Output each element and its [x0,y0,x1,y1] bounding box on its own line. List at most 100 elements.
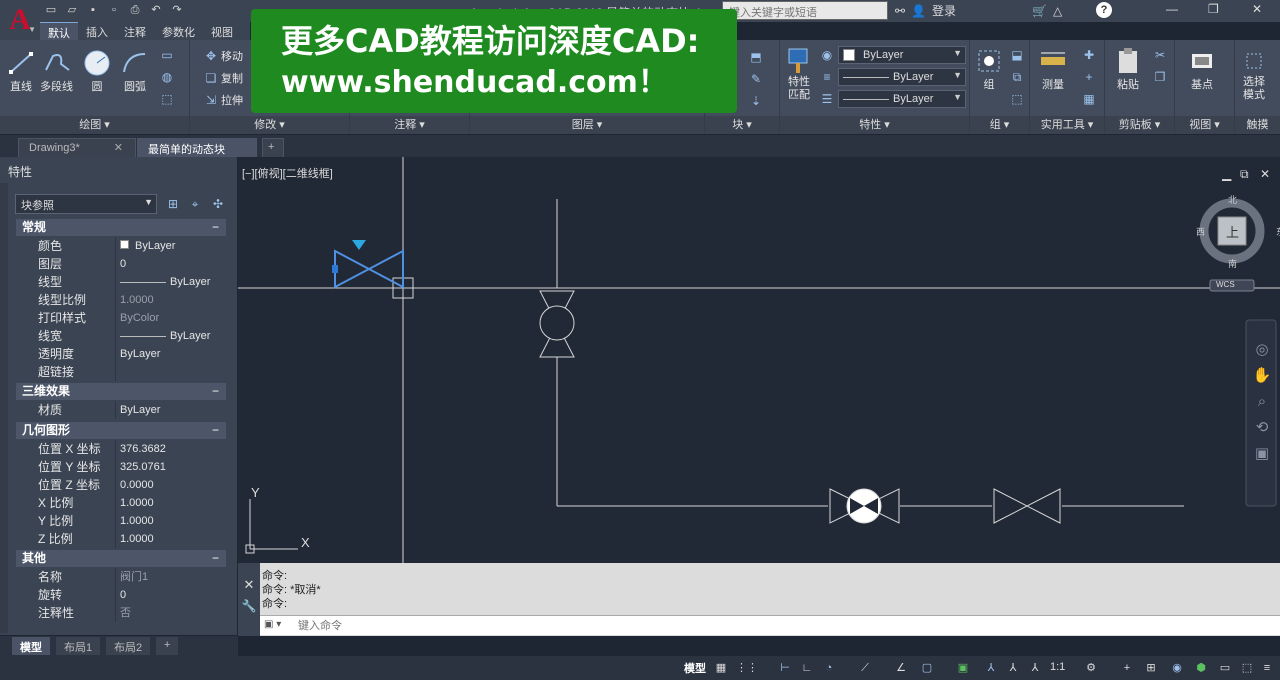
redo-icon[interactable]: ↷ [170,3,184,17]
match-properties-button[interactable]: 特性 匹配 [784,46,814,102]
restore-icon[interactable]: ❐ [1208,2,1219,16]
quick-select-icon[interactable]: ✣ [210,196,226,212]
line-button[interactable]: 直线 [6,48,36,94]
point-id-button[interactable]: + [1082,70,1096,84]
workspace-gear-icon[interactable]: ⚙ [1084,661,1098,675]
full-navigation-wheel-icon[interactable]: ◎ [1252,337,1272,363]
object-type-select[interactable]: 块参照 ▼ [15,194,157,214]
command-line-grip[interactable]: ✕ 🔧 [238,563,260,636]
move-button[interactable]: ✥ 移动 [204,48,243,64]
doc-tab-dynamic-block[interactable]: 最简单的动态块*✕ [137,138,257,170]
viewcube-top-face[interactable]: 上 [1226,222,1239,241]
rectangle-button[interactable]: ▭ [160,48,174,62]
model-space-toggle[interactable]: 模型 [684,660,706,676]
groups-panel-title[interactable]: 组 ▾ [970,116,1029,134]
touch-panel-title[interactable]: 触摸 [1235,116,1280,134]
save-icon[interactable]: ▪ [86,3,100,17]
menu-icon[interactable]: ≡ [1260,661,1274,675]
select-mode-button[interactable]: 选择 模式 [1239,46,1269,102]
property-value[interactable]: ByLayer [116,237,226,255]
auto-scale-icon[interactable]: ⅄ [1006,661,1020,675]
close-tab-icon[interactable]: ✕ [114,142,123,154]
property-value[interactable]: 阀门1 [116,568,226,586]
properties-panel-title[interactable]: 特性 ▾ [780,116,969,134]
new-icon[interactable]: ▭ [44,3,58,17]
ungroup-button[interactable]: ⬓ [1010,48,1024,62]
property-row[interactable]: 打印样式 ByColor [16,309,226,327]
wcs-menu[interactable]: WCS [1216,280,1235,289]
new-tab-button[interactable]: + [262,138,284,157]
circle-button[interactable]: 圆 [82,48,112,94]
infer-constraints-icon[interactable]: ⊢ [778,661,792,675]
paste-button[interactable]: 粘贴 [1113,46,1143,92]
block-panel-title[interactable]: 块 ▾ [705,116,779,134]
command-prompt-icon[interactable]: ▣ ▾ [264,619,281,630]
quick-select-button[interactable]: ✚ [1082,48,1096,62]
open-icon[interactable]: ▱ [65,3,79,17]
measure-button[interactable]: 测量 [1038,46,1068,92]
tab-annotate[interactable]: 注释 [116,22,154,40]
snap-icon[interactable]: ⋮⋮ [736,661,758,675]
stretch-button[interactable]: ⇲ 拉伸 [204,92,243,108]
draw-panel-title[interactable]: 绘图 ▾ [0,116,189,134]
annotation-scale-icon[interactable]: ⅄ [1028,661,1042,675]
collapse-icon[interactable]: − [212,550,219,567]
copy-button[interactable]: ❏ 复制 [204,70,243,86]
add-layout-button[interactable]: + [156,637,179,655]
tab-parametric[interactable]: 参数化 [154,22,203,40]
isodraft-icon[interactable]: ⟋ [858,661,872,675]
customize-wrench-icon[interactable]: 🔧 [238,599,260,613]
property-row[interactable]: Z 比例 1.0000 [16,530,226,548]
section-geometry[interactable]: 几何图形 − [16,422,226,439]
tab-model[interactable]: 模型 [12,637,50,655]
property-row[interactable]: 线型 ByLayer [16,273,226,291]
property-value[interactable] [116,363,226,381]
polar-tracking-icon[interactable]: ◔ [822,661,836,675]
help-icon[interactable]: ? [1096,2,1112,18]
annotation-scale-value[interactable]: 1:1 [1050,661,1065,673]
color-dropdown[interactable]: ByLayer ▼ [838,46,966,64]
palette-titlebar[interactable] [0,183,8,633]
search-input[interactable]: 键入关键字或短语 [722,1,888,20]
group-button[interactable]: 组 [974,46,1004,92]
property-value[interactable]: 376.3682 [116,440,226,458]
zoom-icon[interactable]: ⌕ [1252,389,1272,415]
save-as-icon[interactable]: ▫ [107,3,121,17]
cut-button[interactable]: ✂ [1153,48,1167,62]
annotation-monitor-icon[interactable]: + [1120,661,1134,675]
utilities-panel-title[interactable]: 实用工具 ▾ [1030,116,1104,134]
view-panel-title[interactable]: 视图 ▾ [1175,116,1234,134]
layers-panel-title[interactable]: 图层 ▾ [470,116,704,134]
showmotion-icon[interactable]: ▣ [1252,441,1272,467]
cart-icon[interactable]: 🛒 [1032,4,1047,18]
clipboard-panel-title[interactable]: 剪贴板 ▾ [1105,116,1174,134]
doc-tab-drawing3[interactable]: Drawing3* ✕ [18,138,136,157]
property-row[interactable]: Y 比例 1.0000 [16,512,226,530]
property-value[interactable]: ByLayer [116,327,226,345]
copy-clip-button[interactable]: ❐ [1153,70,1167,84]
annotation-panel-title[interactable]: 注释 ▾ [350,116,469,134]
edit-block-button[interactable]: ✎ [749,72,763,86]
property-value[interactable]: 1.0000 [116,530,226,548]
polyline-button[interactable]: 多段线 [40,48,73,94]
block-attribute-button[interactable]: ⇣ [749,94,763,108]
base-view-button[interactable]: 基点 [1187,46,1217,92]
tab-insert[interactable]: 插入 [78,22,116,40]
collapse-icon[interactable]: − [212,383,219,400]
calculator-button[interactable]: ▦ [1082,92,1096,106]
compass-south[interactable]: 南 [1228,257,1237,270]
tab-view[interactable]: 视图 [203,22,241,40]
property-value[interactable]: 0.0000 [116,476,226,494]
collapse-icon[interactable]: − [212,422,219,439]
property-row[interactable]: 注释性否 [16,604,226,622]
property-row[interactable]: 材质 ByLayer [16,401,226,419]
property-value[interactable]: ByColor [116,309,226,327]
modify-panel-title[interactable]: 修改 ▾ [190,116,349,134]
compass-north[interactable]: 北 [1228,193,1237,206]
tab-home[interactable]: 默认 [40,22,78,40]
property-row[interactable]: 超链接 [16,363,226,381]
isolate-objects-icon[interactable]: ◉ [1170,661,1184,675]
section-3d-effects[interactable]: 三维效果 − [16,383,226,400]
binoculars-icon[interactable]: ⚯ [895,4,905,18]
property-value[interactable]: ByLayer [116,345,226,363]
